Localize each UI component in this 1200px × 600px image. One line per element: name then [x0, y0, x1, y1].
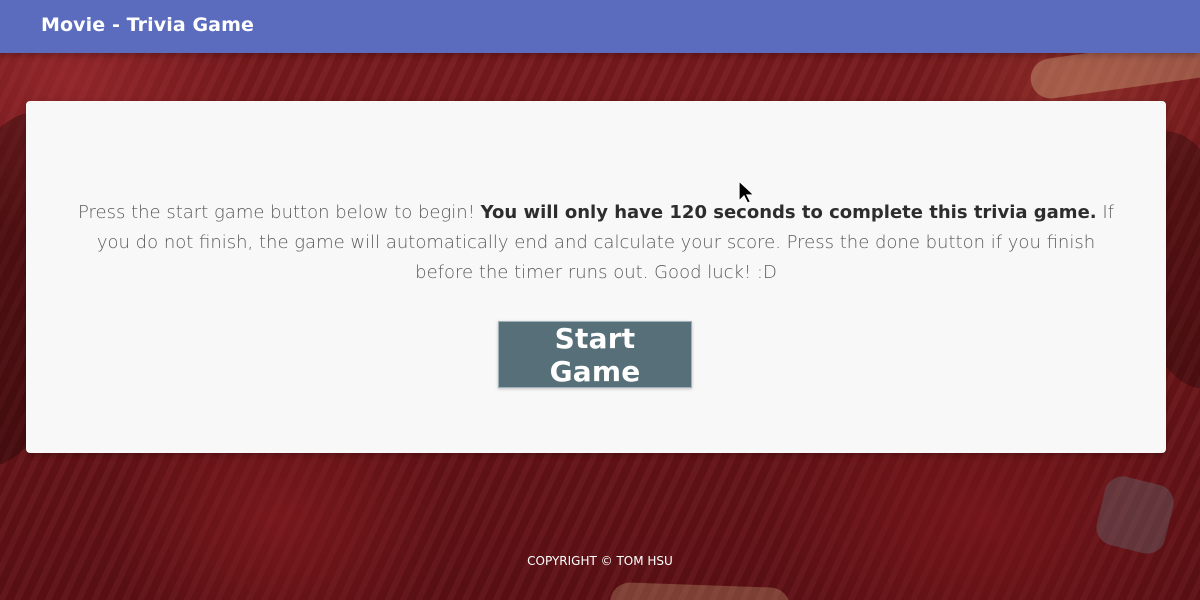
mouse-pointer-icon — [738, 180, 756, 204]
main-card: Press the start game button below to beg… — [26, 101, 1166, 453]
copyright-footer: COPYRIGHT © TOM HSU — [527, 554, 673, 568]
start-game-button[interactable]: Start Game — [498, 321, 692, 388]
app-title: Movie - Trivia Game — [41, 14, 254, 36]
top-navbar: Movie - Trivia Game — [0, 0, 1200, 53]
instructions-text: Press the start game button below to beg… — [74, 198, 1118, 288]
instructions-prefix: Press the start game button below to beg… — [77, 202, 481, 223]
instructions-emphasis: You will only have 120 seconds to comple… — [480, 202, 1097, 223]
